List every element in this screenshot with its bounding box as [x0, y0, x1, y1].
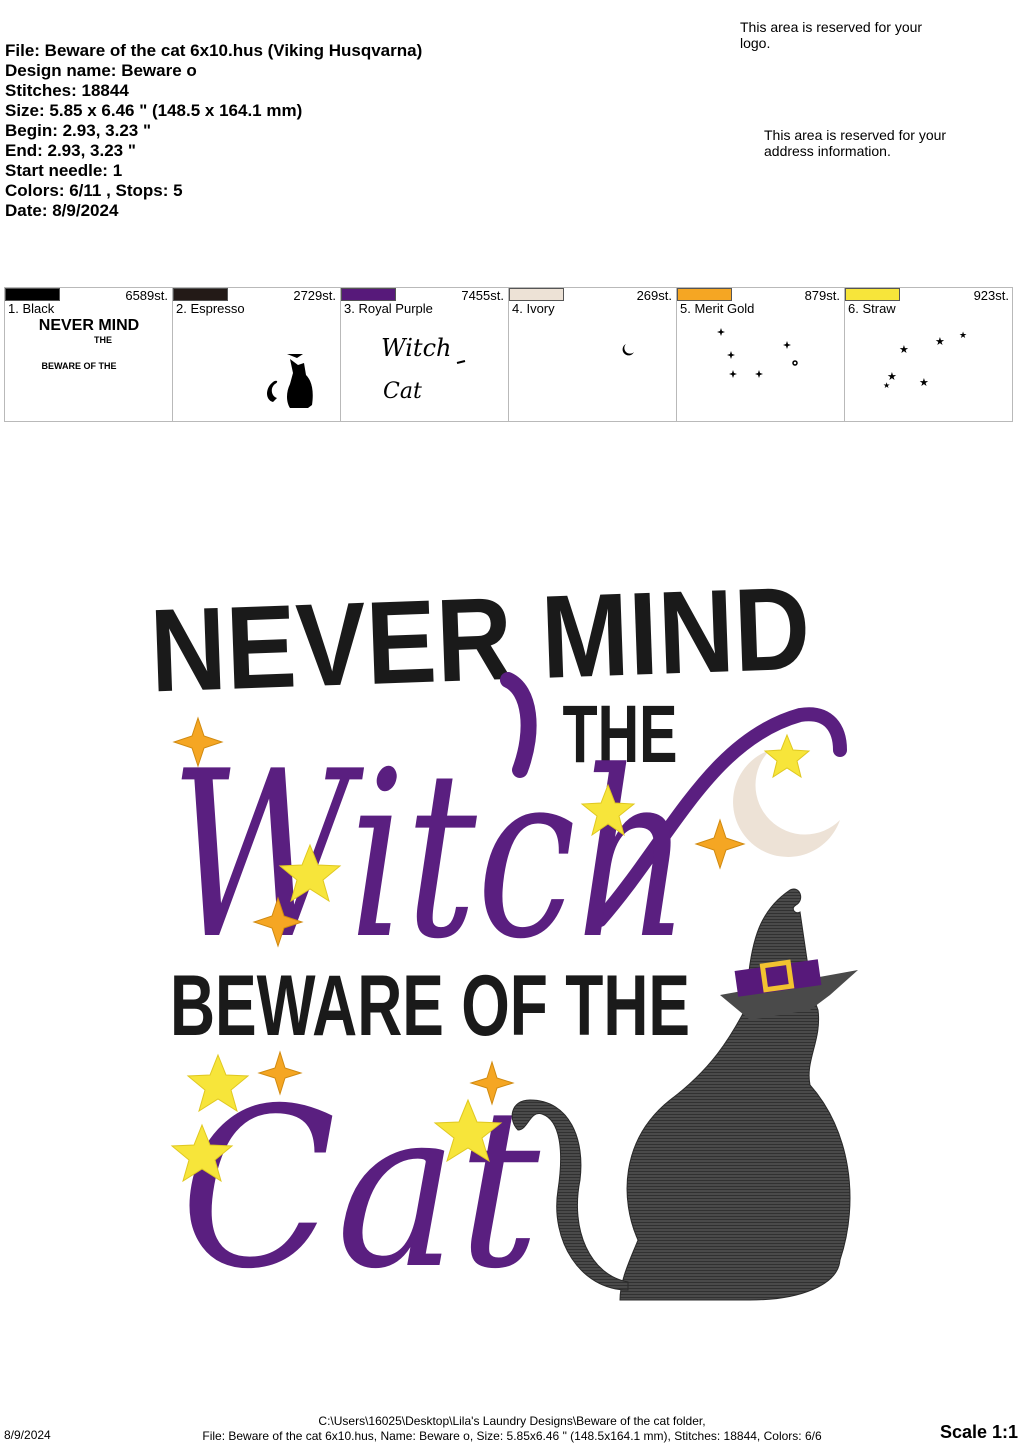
star-icon: ★ [883, 381, 890, 390]
colors-line: Colors: 6/11 , Stops: 5 [5, 181, 183, 200]
end-line: End: 2.93, 3.23 " [5, 141, 136, 160]
moon-icon [622, 344, 634, 356]
color-chip [845, 288, 900, 301]
scale-label: Scale 1:1 [939, 1422, 1018, 1442]
color-name: 4. Ivory [512, 301, 555, 316]
color-swatch-espresso: 2729st. 2. Espresso [173, 288, 341, 421]
straw-thumbnail: ★ ★ ★ ★ ★ ★ [883, 331, 967, 390]
color-swatch-black: 6589st. 1. Black NEVER MIND THE BEWARE O… [5, 288, 173, 421]
thumb-text: BEWARE OF THE [41, 361, 116, 371]
sparkle-icon [727, 351, 735, 359]
star-icon: ★ [919, 376, 929, 389]
espresso-thumbnail [267, 354, 313, 408]
color-name: 1. Black [8, 301, 55, 316]
color-chip [677, 288, 732, 301]
color-sequence: 6589st. 1. Black NEVER MIND THE BEWARE O… [4, 287, 1013, 422]
start-needle-line: Start needle: 1 [5, 161, 123, 180]
color-name: 5. Merit Gold [680, 301, 755, 316]
sparkle-icon [729, 370, 737, 378]
color-chip [5, 288, 60, 301]
cat-silhouette-icon [267, 354, 313, 408]
sparkle-icon [694, 818, 746, 870]
never-mind-text: NEVER MIND [150, 563, 812, 718]
thumb-text: NEVER MIND [39, 318, 139, 334]
thumb-text: Witch [381, 334, 451, 362]
color-name: 6. Straw [848, 301, 896, 316]
sparkle-icon [717, 328, 725, 336]
stitch-count: 7455st. [461, 288, 504, 303]
color-chip [509, 288, 564, 301]
logo-reserved-note: This area is reserved for your logo. [740, 19, 923, 51]
date-line: Date: 8/9/2024 [5, 201, 119, 220]
color-chip [173, 288, 228, 301]
stitches-line: Stitches: 18844 [5, 81, 129, 100]
stitch-count: 269st. [636, 288, 672, 303]
ivory-thumbnail [622, 344, 634, 356]
design-info: File: Beware of the cat 6x10.hus (Viking… [5, 41, 422, 221]
footer-file-line: File: Beware of the cat 6x10.hus, Name: … [202, 1429, 822, 1443]
color-name: 3. Royal Purple [344, 301, 433, 316]
stitch-count: 923st. [973, 288, 1009, 303]
stitch-count: 879st. [804, 288, 840, 303]
footer-summary: C:\Users\16025\Desktop\Lila's Laundry De… [0, 1414, 1024, 1444]
sparkle-icon [792, 360, 798, 366]
color-swatch-merit-gold: 879st. 5. Merit Gold [677, 288, 845, 421]
file-line: File: Beware of the cat 6x10.hus (Viking… [5, 41, 423, 60]
address-reserved-note: This area is reserved for your address i… [764, 127, 947, 159]
thumb-text: THE [94, 335, 112, 345]
stitch-count: 6589st. [125, 288, 168, 303]
color-swatch-straw: 923st. 6. Straw ★ ★ ★ ★ ★ ★ [845, 288, 1013, 421]
design-name-line: Design name: Beware o [5, 61, 197, 80]
sparkle-icon [783, 341, 791, 349]
sparkle-icon [755, 370, 763, 378]
thumb-text: Cat [383, 379, 422, 404]
color-name: 2. Espresso [176, 301, 245, 316]
beware-of-the-text: BEWARE OF THE [170, 958, 690, 1054]
color-chip [341, 288, 396, 301]
star-icon [763, 733, 811, 779]
stitch-count: 2729st. [293, 288, 336, 303]
star-icon: ★ [935, 335, 945, 348]
star-icon: ★ [959, 331, 967, 341]
star-icon: ★ [899, 343, 909, 356]
black-thumbnail: NEVER MIND THE BEWARE OF THE [39, 318, 139, 371]
color-swatch-royal-purple: 7455st. 3. Royal Purple Witch Cat [341, 288, 509, 421]
footer-path-line: C:\Users\16025\Desktop\Lila's Laundry De… [318, 1414, 706, 1428]
witch-text: Witch [170, 723, 690, 990]
purple-thumbnail: Witch Cat [381, 334, 466, 404]
size-line: Size: 5.85 x 6.46 " (148.5 x 164.1 mm) [5, 101, 303, 120]
color-swatch-ivory: 269st. 4. Ivory [509, 288, 677, 421]
embroidery-design-preview: NEVER MIND THE Witch BEWARE OF THE Cat [150, 563, 858, 1317]
gold-thumbnail [717, 328, 798, 378]
begin-line: Begin: 2.93, 3.23 " [5, 121, 152, 140]
